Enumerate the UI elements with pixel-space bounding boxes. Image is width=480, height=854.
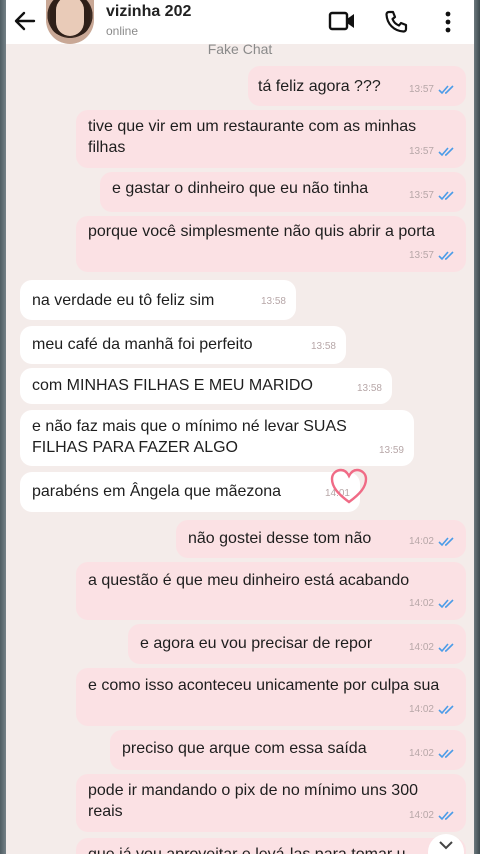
heart-icon [330, 468, 368, 504]
double-check-icon [438, 84, 454, 94]
message-text: e como isso aconteceu unicamente por cul… [88, 677, 440, 694]
double-check-icon [438, 704, 454, 714]
more-vert-icon[interactable] [444, 10, 452, 39]
message-bubble[interactable]: com MINHAS FILHAS E MEU MARIDO 13:58 [20, 368, 392, 404]
message-time: 13:58 [356, 383, 382, 394]
back-arrow-icon[interactable] [12, 8, 38, 34]
message-meta: 14:02 [409, 593, 456, 614]
message-text: porque você simplesmente não quis abrir … [88, 223, 435, 240]
message-time: 14:02 [408, 748, 434, 759]
double-check-icon [438, 642, 454, 652]
message-meta: 13:57 [409, 185, 456, 206]
chat-screen: vizinha 202 online Fake Chat tá feliz ag… [6, 0, 474, 854]
message-meta: 13:57 [409, 245, 456, 266]
message-time: 13:58 [310, 341, 336, 352]
chat-header: vizinha 202 online [6, 0, 474, 44]
message-bubble[interactable]: a questão é que meu dinheiro está acaban… [76, 562, 466, 620]
message-time: 14:02 [408, 704, 434, 715]
message-time: 13:58 [260, 296, 286, 307]
message-time: 14:02 [408, 598, 434, 609]
message-bubble[interactable]: na verdade eu tô feliz sim 13:58 [20, 280, 296, 320]
message-text: que já vou aproveitar e levá-las para to… [88, 844, 454, 854]
message-time: 13:57 [408, 146, 434, 157]
scroll-down-button[interactable] [428, 834, 464, 854]
phone-call-icon[interactable] [384, 10, 408, 39]
message-bubble[interactable]: meu café da manhã foi perfeito 13:58 [20, 326, 346, 364]
double-check-icon [438, 146, 454, 156]
double-check-icon [438, 810, 454, 820]
message-time: 14:02 [408, 642, 434, 653]
message-text: e gastar o dinheiro que eu não tinha [112, 180, 369, 197]
message-time: 13:59 [378, 445, 404, 456]
message-bubble[interactable]: e não faz mais que o mínimo né levar SUA… [20, 410, 414, 466]
message-time: 13:57 [408, 84, 434, 95]
double-check-icon [438, 250, 454, 260]
message-bubble[interactable]: porque você simplesmente não quis abrir … [76, 216, 466, 272]
message-text: a questão é que meu dinheiro está acaban… [88, 572, 410, 589]
message-time: 14:02 [408, 536, 434, 547]
message-bubble[interactable]: tive que vir em um restaurante com as mi… [76, 110, 466, 168]
contact-name[interactable]: vizinha 202 [106, 3, 191, 21]
message-text: e agora eu vou precisar de repor [140, 635, 373, 652]
message-time: 13:57 [408, 250, 434, 261]
message-meta: 14:02 [409, 743, 456, 764]
video-call-icon[interactable] [328, 10, 356, 37]
message-text: tive que vir em um restaurante com as mi… [88, 118, 417, 156]
message-text: preciso que arque com essa saída [122, 740, 367, 757]
message-meta: 13:58 [311, 336, 336, 357]
double-check-icon [438, 190, 454, 200]
message-text: meu café da manhã foi perfeito [32, 336, 253, 353]
message-meta: 13:57 [409, 79, 456, 100]
message-text: parabéns em Ângela que mãezona [32, 483, 282, 500]
contact-status: online [106, 24, 139, 38]
message-bubble[interactable]: pode ir mandando o pix de no mínimo uns … [76, 774, 466, 832]
message-meta: 13:57 [409, 141, 456, 162]
message-bubble[interactable]: tá feliz agora ??? 13:57 [248, 66, 466, 106]
app-label: Fake Chat [207, 41, 273, 57]
message-bubble[interactable]: que já vou aproveitar e levá-las para to… [76, 838, 466, 854]
avatar[interactable] [46, 0, 94, 44]
message-bubble[interactable]: preciso que arque com essa saída 14:02 [110, 730, 466, 770]
message-bubble[interactable]: não gostei desse tom não 14:02 [176, 520, 466, 558]
message-bubble[interactable]: e agora eu vou precisar de repor 14:02 [128, 624, 466, 664]
message-time: 13:57 [408, 190, 434, 201]
message-text: e não faz mais que o mínimo né levar SUA… [32, 418, 347, 456]
double-check-icon [438, 536, 454, 546]
message-text: pode ir mandando o pix de no mínimo uns … [88, 782, 418, 820]
message-text: com MINHAS FILHAS E MEU MARIDO [32, 377, 313, 394]
message-meta: 14:02 [409, 531, 456, 552]
message-meta: 14:02 [409, 805, 456, 826]
message-meta: 14:02 [409, 637, 456, 658]
message-meta: 14:02 [409, 699, 456, 720]
message-time: 14:02 [408, 810, 434, 821]
message-bubble[interactable]: e gastar o dinheiro que eu não tinha 13:… [100, 172, 466, 212]
message-meta: 13:58 [357, 378, 382, 399]
chevron-down-icon [439, 841, 453, 850]
message-meta: 13:59 [379, 440, 404, 461]
message-bubble[interactable]: e como isso aconteceu unicamente por cul… [76, 668, 466, 726]
double-check-icon [438, 748, 454, 758]
message-bubble[interactable]: parabéns em Ângela que mãezona 14:01 [20, 472, 360, 512]
double-check-icon [438, 598, 454, 608]
message-meta: 13:58 [261, 291, 286, 312]
message-text: na verdade eu tô feliz sim [32, 292, 215, 309]
